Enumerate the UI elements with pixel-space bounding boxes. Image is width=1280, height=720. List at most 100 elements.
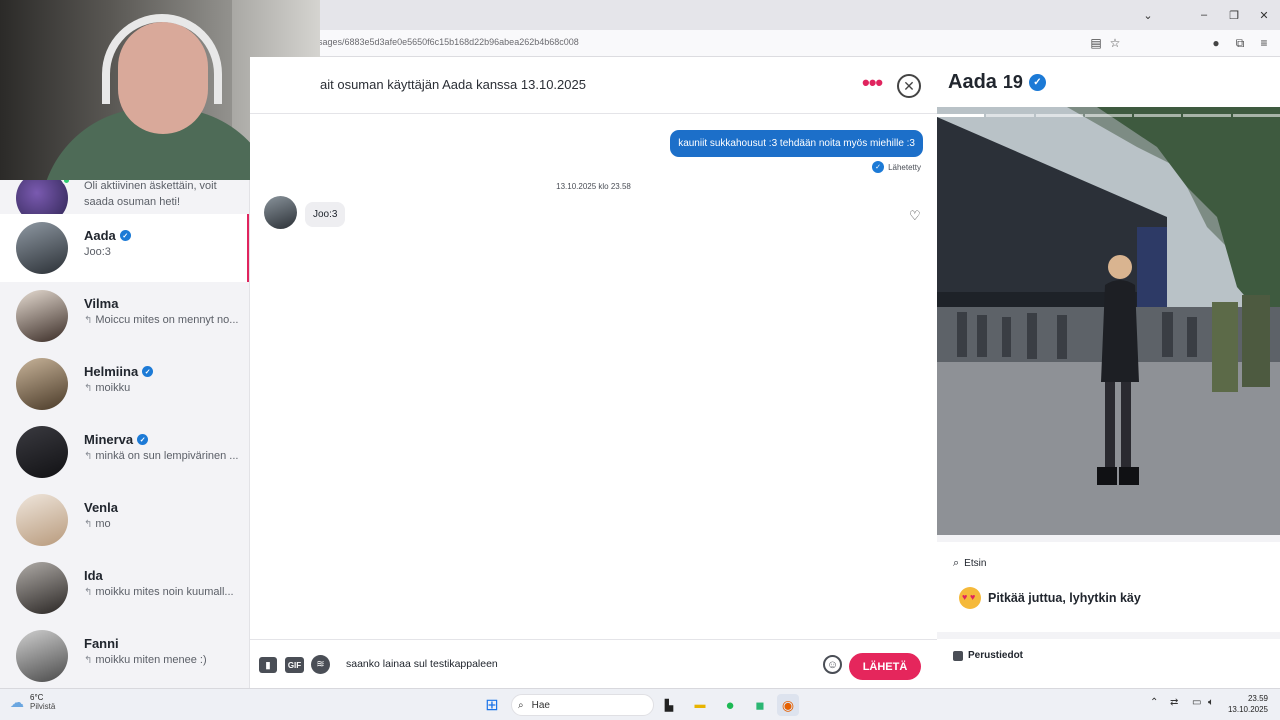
conversation-item-aada[interactable]: Aada ✓ Joo:3: [0, 214, 249, 282]
message-composer: ▮ GIF ≋ ☺ LÄHETÄ: [250, 639, 937, 688]
avatar: [16, 358, 68, 410]
conversation-item-minerva[interactable]: Minerva ✓ ↰ minkä on sun lempivärinen ...: [0, 418, 249, 486]
clock-date: 13.10.2025: [1227, 705, 1268, 714]
windows-start-icon[interactable]: ⊞: [481, 694, 503, 716]
conversation-name: Ida: [84, 568, 103, 583]
reply-arrow-icon: ↰: [84, 451, 93, 462]
menu-icon[interactable]: ≡: [1256, 35, 1272, 51]
avatar: [16, 290, 68, 342]
spotify-app-icon[interactable]: ●: [719, 694, 741, 716]
account-icon[interactable]: ●: [1208, 35, 1224, 51]
photo-indicator-segment[interactable]: [1134, 114, 1182, 117]
conversation-preview: ↰ moikku mites noin kuumall...: [84, 586, 234, 598]
check-icon: ✓: [872, 161, 885, 173]
etsin-text: Etsin: [964, 558, 987, 569]
sticker-button[interactable]: ▮: [259, 657, 277, 673]
conversation-name-text: Aada: [84, 228, 116, 243]
conversation-preview: ↰ moikku: [84, 382, 130, 394]
conversation-item-vilma[interactable]: Vilma ↰ Moiccu mites on mennyt no...: [0, 282, 249, 350]
volume-icon[interactable]: 🔈︎: [1208, 697, 1214, 708]
etsin-label: ⌕ Etsin: [953, 557, 986, 570]
id-card-icon: [953, 650, 963, 661]
avatar: [16, 630, 68, 682]
send-button[interactable]: LÄHETÄ: [849, 653, 921, 680]
list-tabs-icon[interactable]: ⌄: [1128, 0, 1168, 30]
photo-indicator-segment[interactable]: [1035, 114, 1083, 117]
looking-for: ♥ ♥ Pitkää juttua, lyhytkin käy: [959, 587, 1141, 609]
show-hidden-icons-icon[interactable]: ⌃: [1150, 697, 1158, 708]
weather-widget[interactable]: ☁ 6°C Pilvistä: [10, 693, 55, 711]
photo-indicator-segment[interactable]: [1183, 114, 1231, 117]
sent-status: ✓ Lähetetty: [872, 161, 921, 173]
taskbar-search[interactable]: ⌕ Hae: [511, 694, 654, 716]
extensions-icon[interactable]: ⧉: [1232, 35, 1248, 51]
incoming-message: Joo:3: [305, 202, 346, 227]
sender-avatar[interactable]: [264, 196, 297, 229]
address-bar[interactable]: sages/6883e5d3afe0e5650f6c15b168d22b96ab…: [318, 37, 579, 47]
file-explorer-icon[interactable]: ▬: [689, 694, 711, 716]
profile-name: Aada 19 ✓: [948, 71, 1046, 94]
conversation-name-text: Venla: [84, 500, 118, 515]
more-options-button[interactable]: •••: [862, 72, 883, 94]
looking-for-card: ⌕ Etsin ♥ ♥ Pitkää juttua, lyhytkin käy: [937, 542, 1280, 632]
photo-indicator-segment[interactable]: [937, 114, 985, 117]
conversation-preview-text: mo: [95, 518, 111, 530]
search-placeholder: Hae: [531, 699, 550, 711]
emoji-icon[interactable]: ☺: [823, 655, 842, 674]
basic-info-header: Perustiedot: [953, 650, 1023, 661]
heart-eyes-emoji-icon: ♥ ♥: [959, 587, 981, 609]
conversation-name-text: Ida: [84, 568, 103, 583]
reply-arrow-icon: ↰: [84, 519, 93, 530]
outgoing-message: kauniit sukkahousut :3 tehdään noita myö…: [670, 130, 923, 157]
conversation-item-ida[interactable]: Ida ↰ moikku mites noin kuumall...: [0, 554, 249, 622]
conversation-item-helmiina[interactable]: Helmiina ✓ ↰ moikku: [0, 350, 249, 418]
message-input[interactable]: [346, 654, 806, 674]
verified-icon: ✓: [119, 230, 131, 241]
cloud-icon: ☁: [10, 693, 24, 710]
reply-arrow-icon: ↰: [84, 315, 93, 326]
firefox-icon[interactable]: ◉: [777, 694, 799, 716]
conversation-item-venla[interactable]: Venla ↰ mo: [0, 486, 249, 554]
conversation-preview-text: moikku mites noin kuumall...: [95, 586, 234, 598]
conversation-item-fanni[interactable]: Fanni ↰ moikku miten menee :): [0, 622, 249, 688]
spotify-icon[interactable]: ≋: [311, 655, 330, 674]
chat-app-icon[interactable]: ◼: [749, 694, 771, 716]
avatar: [16, 426, 68, 478]
conversation-name-text: Helmiina: [84, 364, 139, 379]
network-share-icon[interactable]: ⇄: [1170, 697, 1178, 708]
clock[interactable]: 23.59 13.10.2025: [1220, 693, 1268, 715]
basic-info-label: Perustiedot: [968, 650, 1024, 661]
reply-arrow-icon: ↰: [84, 383, 93, 394]
like-heart-icon[interactable]: ♡: [909, 208, 921, 224]
clock-time: 23.59: [1247, 694, 1268, 703]
conversation-name-text: Minerva: [84, 432, 134, 447]
avatar: [16, 494, 68, 546]
weather-condition: Pilvistä: [30, 702, 56, 711]
search-icon: ⌕: [953, 557, 960, 569]
window-close-button[interactable]: ✕: [1244, 0, 1280, 30]
chat-panel: ait osuman käyttäjän Aada kanssa 13.10.2…: [250, 57, 937, 688]
close-chat-button[interactable]: ✕: [897, 74, 921, 98]
conversation-name-text: Fanni: [84, 636, 119, 651]
conversation-name: Aada ✓: [84, 228, 131, 243]
conversation-name: Venla: [84, 500, 118, 515]
bookmark-star-icon[interactable]: ☆: [1107, 35, 1123, 51]
gif-button[interactable]: GIF: [285, 657, 304, 673]
conversation-preview-text: moikku: [95, 382, 131, 394]
temperature: 6°C: [30, 693, 44, 702]
conversation-name: Fanni: [84, 636, 119, 651]
reply-arrow-icon: ↰: [84, 655, 93, 666]
conversation-preview: Oli aktiivinen äskettäin, voit saada osu…: [84, 180, 217, 208]
photo-indicator-segment[interactable]: [1232, 114, 1280, 117]
conversation-name: Helmiina ✓: [84, 364, 154, 379]
verified-icon: ✓: [1028, 74, 1046, 91]
profile-panel: Aada 19 ✓ ⌕ Etsin ♥ ♥ Pitkää juttua, lyh…: [937, 57, 1280, 688]
photo-indicator-segment[interactable]: [986, 114, 1034, 117]
photo-indicator-segment[interactable]: [1084, 114, 1133, 117]
display-icon[interactable]: ▭: [1192, 697, 1201, 708]
conversation-preview-text: minkä on sun lempivärinen ...: [95, 450, 239, 462]
task-view-icon[interactable]: ▙: [658, 694, 680, 716]
profile-photo[interactable]: [937, 107, 1280, 535]
conversation-preview-text: Joo:3: [84, 246, 111, 258]
reader-mode-icon[interactable]: ▤: [1088, 35, 1104, 51]
